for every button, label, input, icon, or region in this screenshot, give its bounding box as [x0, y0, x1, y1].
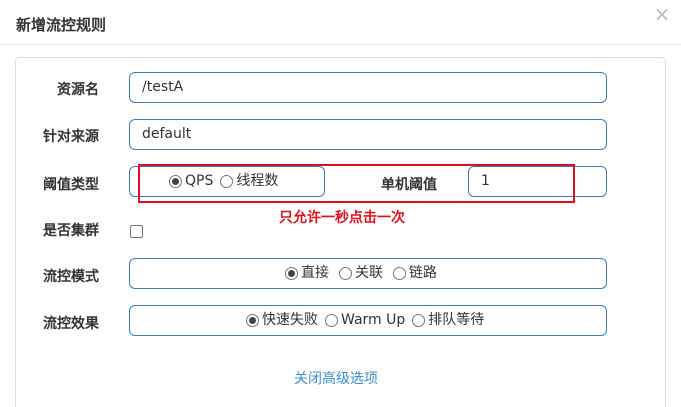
- radio-direct-control[interactable]: [285, 267, 298, 280]
- limit-app-input[interactable]: default: [129, 119, 607, 150]
- radio-fast-fail-label: 快速失败: [262, 312, 318, 328]
- resource-input[interactable]: /testA: [129, 72, 607, 103]
- radio-fast-fail-control[interactable]: [246, 314, 259, 327]
- resource-label: 资源名: [57, 82, 99, 98]
- radio-chain-label: 链路: [409, 265, 437, 281]
- control-effect-label: 流控效果: [43, 316, 99, 332]
- radio-chain[interactable]: 链路: [393, 259, 437, 288]
- radio-queue-control[interactable]: [412, 314, 426, 327]
- resource-input-value: /testA: [142, 79, 184, 95]
- radio-direct-label: 直接: [301, 265, 329, 281]
- close-icon[interactable]: ×: [651, 3, 673, 25]
- annotation-text: 只允许一秒点击一次: [279, 210, 405, 226]
- radio-direct[interactable]: 直接: [285, 259, 329, 288]
- radio-relate[interactable]: 关联: [339, 259, 383, 288]
- radio-relate-label: 关联: [355, 265, 383, 281]
- limit-app-label: 针对来源: [43, 129, 99, 145]
- control-mode-radios: 直接 关联 链路: [285, 259, 444, 288]
- radio-relate-control[interactable]: [339, 267, 352, 280]
- close-advanced-options-link[interactable]: 关闭高级选项: [294, 368, 378, 388]
- dialog-title: 新增流控规则: [16, 16, 107, 34]
- radio-warm-up[interactable]: Warm Up: [325, 306, 405, 335]
- title-divider: [0, 44, 681, 45]
- annotation-highlight-box: [138, 164, 575, 203]
- cluster-checkbox[interactable]: [130, 225, 143, 238]
- form-panel: [15, 57, 666, 407]
- cluster-label: 是否集群: [43, 223, 99, 239]
- radio-fast-fail[interactable]: 快速失败: [246, 306, 318, 335]
- radio-queue-label: 排队等待: [428, 312, 485, 328]
- radio-warm-up-control[interactable]: [325, 314, 338, 327]
- threshold-type-label: 阈值类型: [43, 177, 99, 193]
- radio-warm-up-label: Warm Up: [341, 312, 406, 328]
- control-effect-radios: 快速失败 Warm Up 排队等待: [246, 306, 491, 335]
- radio-chain-control[interactable]: [393, 267, 406, 280]
- limit-app-input-value: default: [142, 126, 192, 142]
- control-mode-label: 流控模式: [43, 269, 99, 285]
- radio-queue[interactable]: 排队等待: [412, 306, 484, 335]
